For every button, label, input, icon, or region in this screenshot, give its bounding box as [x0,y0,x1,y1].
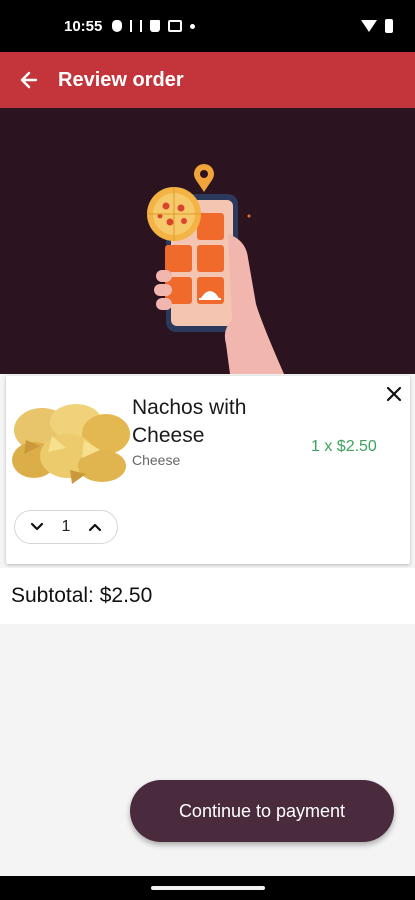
quantity-stepper: 1 [14,510,118,544]
page-title: Review order [58,68,184,91]
back-button[interactable] [0,52,58,108]
navigation-bar [0,876,415,900]
quantity-value: 1 [61,518,71,535]
status-bar: 10:55 [0,0,415,52]
status-time: 10:55 [64,17,103,35]
status-notification-icons [112,20,196,32]
item-price: 1 x $2.50 [311,438,377,455]
banner-illustration [0,108,415,374]
m-icon [168,20,183,32]
arrow-left-icon [20,71,38,89]
continue-to-payment-button[interactable]: Continue to payment [130,780,394,842]
decrease-quantity-button[interactable] [27,517,47,537]
notification-icon [112,20,123,32]
nachos-image [8,390,132,490]
wifi-icon [361,20,377,32]
subtotal-text: Subtotal: $2.50 [11,584,153,607]
dot-icon [190,23,196,29]
status-system-icons [361,19,393,33]
battery-icon [385,19,393,33]
chevron-down-icon [30,522,44,531]
close-icon [386,386,402,402]
remove-item-button[interactable] [382,382,406,406]
item-variant: Cheese [132,452,181,468]
hand-phone-pizza-illustration [147,164,284,374]
item-name: Nachos with Cheese [132,396,247,447]
increase-quantity-button[interactable] [85,517,105,537]
subtotal-row: Subtotal: $2.50 [0,568,415,624]
cup-icon [150,20,161,32]
app-bar: Review order [0,52,415,108]
home-indicator[interactable] [150,886,265,890]
signal-icon [130,20,143,32]
chevron-up-icon [88,523,102,532]
cart-item-card: Nachos with Cheese Cheese 1 x $2.50 1 [6,376,410,564]
